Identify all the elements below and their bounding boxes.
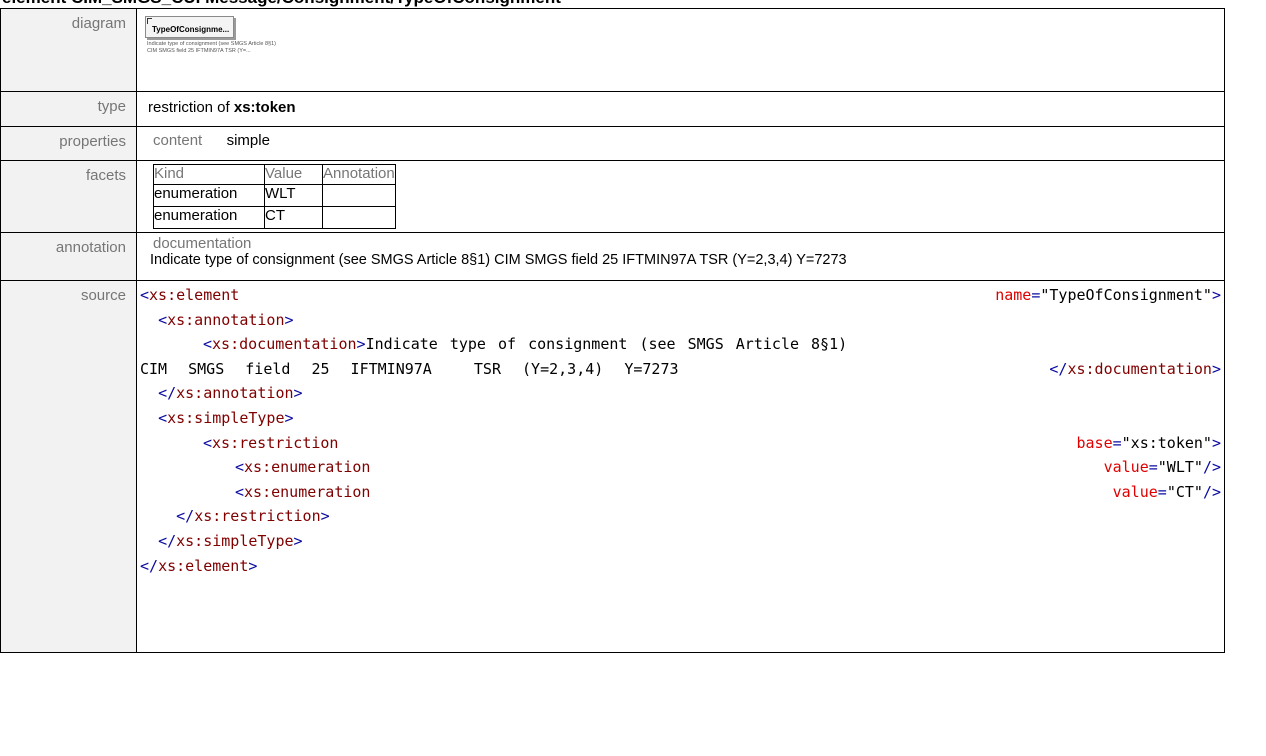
row-properties: properties content simple xyxy=(0,126,1225,161)
property-key-content: content xyxy=(153,132,203,149)
diagram-element-box[interactable]: TypeOfConsignme... xyxy=(145,16,235,38)
diagram-cell: TypeOfConsignme... Indicate type of cons… xyxy=(136,8,1225,92)
facets-table: Kind Value Annotation enumeration WLT en… xyxy=(153,164,396,229)
label-diagram: diagram xyxy=(0,8,137,92)
facet-value: CT xyxy=(264,206,323,229)
annotation-doc-text: Indicate type of consignment (see SMGS A… xyxy=(150,252,847,268)
diagram-element-name: TypeOfConsignme... xyxy=(152,25,230,34)
code-text: Indicate type of consignment (see SMGS A… xyxy=(365,335,848,354)
code-attr-name: base xyxy=(1076,433,1113,452)
row-diagram: diagram TypeOfConsignme... Indicate type… xyxy=(0,8,1225,92)
row-type: type restriction of xs:token xyxy=(0,91,1225,127)
facet-value: WLT xyxy=(264,184,323,207)
page-heading: element CIM_SMGS_CUI Message/Consignment… xyxy=(0,0,1266,8)
code-line: <xs:simpleType> xyxy=(158,408,294,427)
element-corner-icon xyxy=(147,18,152,24)
row-source: source <xs:element name="TypeOfConsignme… xyxy=(0,280,1225,653)
code-tag: xs:simpleType xyxy=(176,531,294,550)
code-attr-name: value xyxy=(1112,482,1158,501)
code-attr-value: "TypeOfConsignment" xyxy=(1040,286,1212,304)
code-attr-name: name xyxy=(995,286,1032,304)
code-line: CIM SMGS field 25 IFTMIN97A TSR (Y=2,3,4… xyxy=(140,357,1221,382)
facets-header-row: Kind Value Annotation xyxy=(153,164,396,185)
type-prefix: restriction of xyxy=(148,99,234,116)
label-properties: properties xyxy=(0,126,137,161)
facets-header-kind: Kind xyxy=(153,164,265,185)
code-line: <xs:enumeration value="CT"/> xyxy=(235,482,1221,501)
code-text: CIM SMGS field 25 IFTMIN97A TSR (Y=2,3,4… xyxy=(140,359,679,378)
facets-header-annotation: Annotation xyxy=(322,164,396,185)
facet-row: enumeration CT xyxy=(153,206,396,229)
code-tag: xs:documentation xyxy=(1067,359,1212,378)
code-tag: xs:documentation xyxy=(212,335,357,354)
label-facets: facets xyxy=(0,160,137,233)
code-tag: xs:element xyxy=(149,286,240,304)
code-attr-value: "WLT" xyxy=(1157,458,1203,477)
code-tag: xs:enumeration xyxy=(244,458,371,477)
type-base-link[interactable]: xs:token xyxy=(234,99,296,116)
element-doc-table: diagram TypeOfConsignme... Indicate type… xyxy=(0,8,1225,653)
source-code: <xs:element name="TypeOfConsignment"> <x… xyxy=(136,280,1225,653)
label-type: type xyxy=(0,91,137,127)
facet-row: enumeration WLT xyxy=(153,184,396,207)
properties-cell: content simple xyxy=(136,126,1225,161)
code-line: </xs:annotation> xyxy=(158,384,303,403)
code-line: <xs:enumeration value="WLT"/> xyxy=(235,458,1221,477)
code-line: <xs:documentation>Indicate type of consi… xyxy=(203,335,848,354)
code-line: <xs:element name="TypeOfConsignment"> xyxy=(140,286,1221,304)
label-source: source xyxy=(0,280,137,653)
code-tag: xs:annotation xyxy=(176,384,294,403)
code-attr-value: "xs:token" xyxy=(1121,433,1212,452)
row-annotation: annotation documentation Indicate type o… xyxy=(0,232,1225,281)
facets-cell: Kind Value Annotation enumeration WLT en… xyxy=(136,160,1225,233)
type-cell: restriction of xs:token xyxy=(136,91,1225,127)
code-line: </xs:simpleType> xyxy=(158,531,303,550)
annotation-doc-heading: documentation xyxy=(153,235,252,252)
code-line: <xs:annotation> xyxy=(158,310,294,329)
code-attr-name: value xyxy=(1103,458,1149,477)
code-line: </xs:restriction> xyxy=(176,507,330,526)
code-attr-value: "CT" xyxy=(1166,482,1203,501)
code-line: <xs:restriction base="xs:token"> xyxy=(203,433,1221,452)
code-tag: xs:restriction xyxy=(212,433,339,452)
facet-kind: enumeration xyxy=(153,184,265,207)
property-value-content: simple xyxy=(226,132,270,149)
facets-header-value: Value xyxy=(264,164,323,185)
row-facets: facets Kind Value Annotation enumeration… xyxy=(0,160,1225,233)
annotation-cell: documentation Indicate type of consignme… xyxy=(136,232,1225,281)
code-line: </xs:element> xyxy=(140,556,258,575)
code-tag: xs:enumeration xyxy=(244,482,371,501)
code-tag: xs:element xyxy=(158,556,249,575)
facet-kind: enumeration xyxy=(153,206,265,229)
label-annotation: annotation xyxy=(0,232,137,281)
code-tag: xs:annotation xyxy=(167,310,285,329)
code-tag: xs:simpleType xyxy=(167,408,285,427)
diagram-element-doc: Indicate type of consignment (see SMGS A… xyxy=(147,41,277,54)
code-tag: xs:restriction xyxy=(194,507,321,526)
